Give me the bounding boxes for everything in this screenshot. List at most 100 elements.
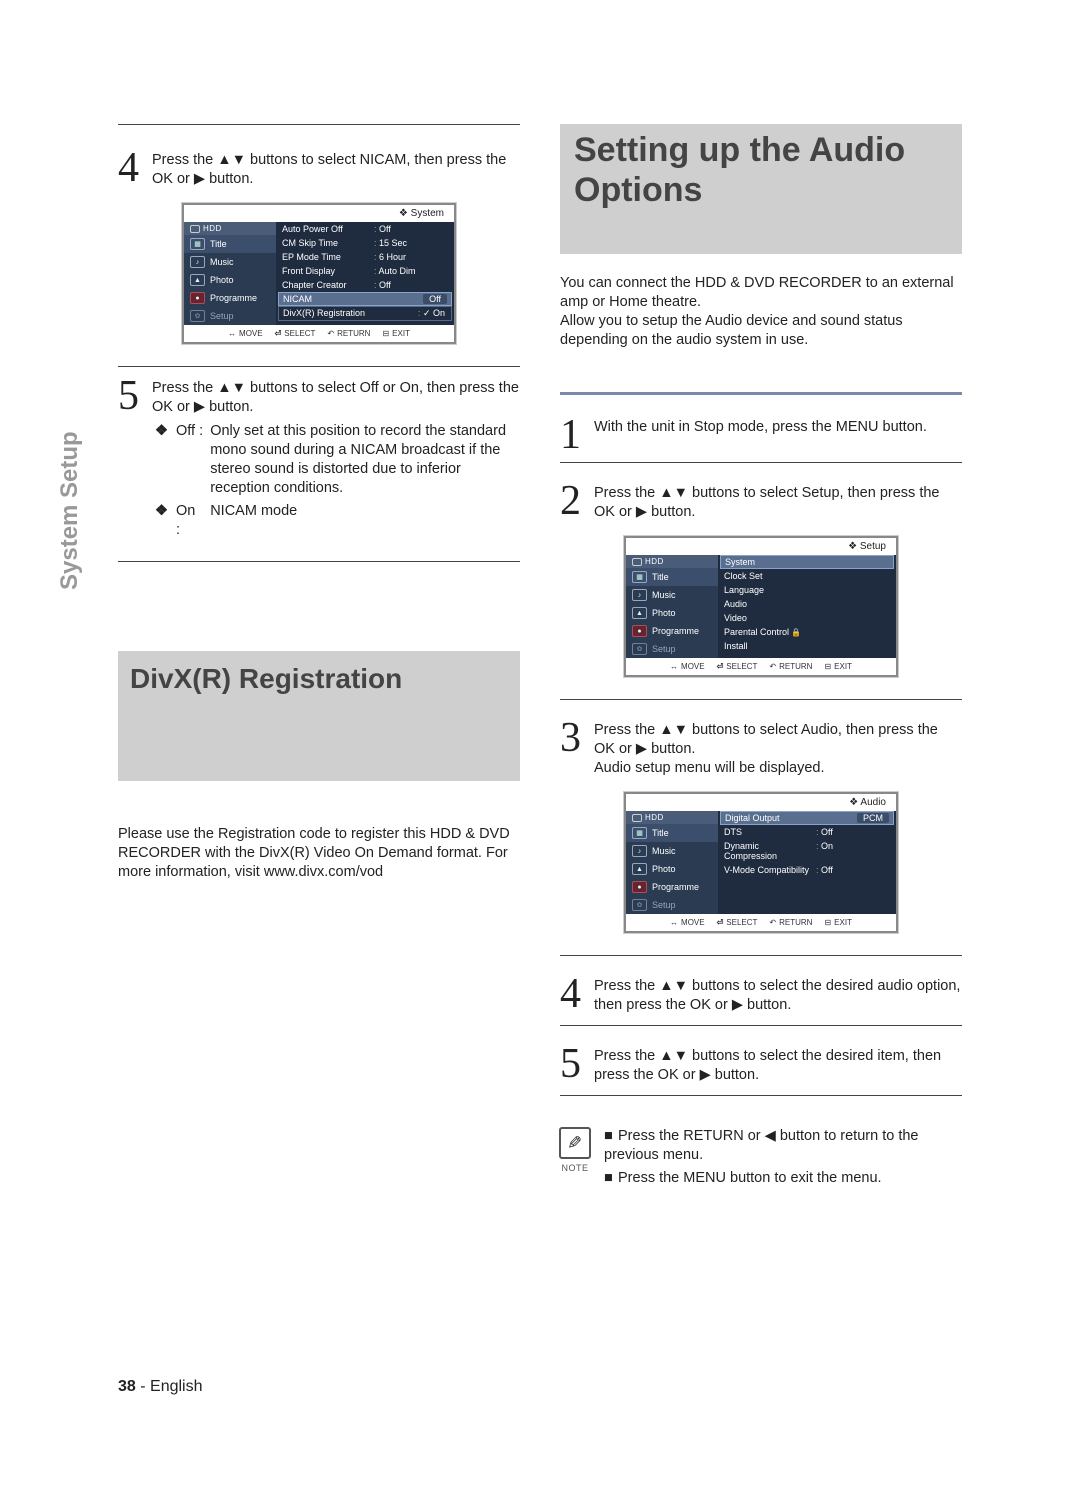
osd-menu-setup: Setup: [210, 311, 234, 321]
osd-row-value: Auto Dim: [374, 266, 416, 276]
note-on-text: NICAM mode: [210, 503, 297, 519]
osd-foot-move: MOVE: [670, 918, 705, 927]
osd-row-value: Off: [374, 224, 391, 234]
note-line-1: Press the RETURN or ◀ button to return t…: [604, 1128, 918, 1163]
step-text: Press the ▲▼ buttons to select Off or On…: [152, 377, 520, 417]
step-5-notes: ❖ Off : Only set at this position to rec…: [152, 419, 520, 543]
osd-foot-select: SELECT: [717, 662, 758, 671]
note-off-label: Off :: [176, 423, 203, 439]
osd-row-value: Off: [374, 280, 391, 290]
osd-menu-programme: Programme: [210, 293, 257, 303]
page-footer: 38 - English: [118, 1378, 203, 1396]
step-text: Press the ▲▼ buttons to select Setup, th…: [594, 482, 962, 522]
step-text: Press the ▲▼ buttons to select the desir…: [594, 975, 962, 1015]
osd-system-nicam: System HDD ▦Title ♪Music ▲Photo ●Program…: [182, 203, 456, 344]
step-number: 2: [560, 482, 594, 522]
osd-hi-label: NICAM: [283, 294, 371, 304]
section-header-audio: Setting up the Audio Options: [560, 124, 962, 254]
osd-foot-exit: EXIT: [824, 662, 851, 671]
osd-setup-menu: Setup HDD ▦Title ♪Music ▲Photo ●Programm…: [624, 536, 898, 677]
osd-menu-setup: Setup: [652, 900, 676, 910]
osd-row-value: 15 Sec: [374, 238, 407, 248]
osd-menu-photo: Photo: [652, 608, 676, 618]
osd-row-label: CM Skip Time: [282, 238, 370, 248]
osd-row-label: Auto Power Off: [282, 224, 370, 234]
osd-row-label: Install: [724, 641, 812, 651]
osd-row-value: Off: [816, 827, 833, 837]
note-icon: [559, 1127, 591, 1159]
osd-foot-exit: EXIT: [382, 329, 409, 338]
osd-menu-programme: Programme: [652, 882, 699, 892]
osd-row-label: Video: [724, 613, 812, 623]
divx-paragraph: Please use the Registration code to regi…: [118, 825, 520, 882]
note-label: NOTE: [561, 1163, 588, 1173]
osd-foot-return: RETURN: [327, 329, 370, 338]
section-header-divx: DivX(R) Registration: [118, 651, 520, 781]
osd-menu-photo: Photo: [210, 275, 234, 285]
osd-row-value: On: [816, 841, 833, 861]
osd-hdd: HDD: [645, 557, 664, 566]
osd-menu-setup: Setup: [652, 644, 676, 654]
osd-crumb: Audio: [626, 794, 896, 811]
osd-menu-title: Title: [210, 239, 227, 249]
osd-menu-music: Music: [210, 257, 234, 267]
osd-hdd: HDD: [203, 224, 222, 233]
osd-row-label: DTS: [724, 827, 812, 837]
osd-crumb: System: [184, 205, 454, 222]
page-number: 38: [118, 1378, 136, 1395]
osd-audio-menu: Audio HDD ▦Title ♪Music ▲Photo ●Programm…: [624, 792, 898, 933]
osd-row-label: V-Mode Compatibility: [724, 865, 812, 875]
page: 4 Press the ▲▼ buttons to select NICAM, …: [118, 124, 962, 1188]
step-text: Press the ▲▼ buttons to select the desir…: [594, 1045, 962, 1085]
right-step-1: 1 With the unit in Stop mode, press the …: [560, 406, 962, 454]
osd-foot-move: MOVE: [670, 662, 705, 671]
osd-hdd: HDD: [645, 813, 664, 822]
osd-box-value: ✓ On: [418, 308, 447, 319]
step-number: 1: [560, 416, 594, 454]
osd-hi-label: Digital Output: [725, 813, 813, 823]
left-step-4: 4 Press the ▲▼ buttons to select NICAM, …: [118, 139, 520, 189]
osd-row-value: 6 Hour: [374, 252, 406, 262]
osd-crumb: Setup: [626, 538, 896, 555]
audio-intro: You can connect the HDD & DVD RECORDER t…: [560, 274, 962, 350]
osd-foot-move: MOVE: [228, 329, 263, 338]
note-block: NOTE ■Press the RETURN or ◀ button to re…: [560, 1127, 962, 1188]
step-text: Press the ▲▼ buttons to select Audio, th…: [594, 719, 962, 778]
osd-hi-value: PCM: [857, 813, 889, 823]
osd-menu-title: Title: [652, 828, 669, 838]
section-title: Setting up the Audio Options: [574, 130, 950, 210]
osd-box-label: DivX(R) Registration: [283, 308, 371, 319]
step-text: Press the ▲▼ buttons to select NICAM, th…: [152, 149, 520, 189]
step-number: 4: [118, 149, 152, 189]
section-title: DivX(R) Registration: [130, 661, 402, 697]
osd-menu-title: Title: [652, 572, 669, 582]
right-step-4: 4 Press the ▲▼ buttons to select the des…: [560, 965, 962, 1015]
page-sep: -: [136, 1378, 150, 1395]
step-number: 5: [560, 1045, 594, 1085]
osd-hi-value: Off: [423, 294, 447, 304]
step-number: 5: [118, 377, 152, 417]
right-step-5: 5 Press the ▲▼ buttons to select the des…: [560, 1035, 962, 1085]
osd-foot-return: RETURN: [769, 918, 812, 927]
step-number: 3: [560, 719, 594, 778]
osd-foot-select: SELECT: [275, 329, 316, 338]
osd-menu-photo: Photo: [652, 864, 676, 874]
section-tab: System Setup: [56, 430, 86, 590]
osd-foot-return: RETURN: [769, 662, 812, 671]
osd-row-label: Audio: [724, 599, 812, 609]
osd-row-label: Clock Set: [724, 571, 812, 581]
osd-menu-programme: Programme: [652, 626, 699, 636]
note-line-2: Press the MENU button to exit the menu.: [618, 1170, 882, 1186]
right-step-3: 3 Press the ▲▼ buttons to select Audio, …: [560, 709, 962, 778]
osd-row-label: Dynamic Compression: [724, 841, 812, 861]
osd-menu-music: Music: [652, 846, 676, 856]
osd-row-label: Front Display: [282, 266, 370, 276]
osd-foot-exit: EXIT: [824, 918, 851, 927]
osd-row-label: EP Mode Time: [282, 252, 370, 262]
osd-foot-select: SELECT: [717, 918, 758, 927]
page-lang: English: [150, 1378, 202, 1395]
left-column: 4 Press the ▲▼ buttons to select NICAM, …: [118, 124, 520, 1188]
osd-row-label: Language: [724, 585, 812, 595]
note-off-text: Only set at this position to record the …: [210, 423, 506, 496]
osd-row-label: Chapter Creator: [282, 280, 370, 290]
